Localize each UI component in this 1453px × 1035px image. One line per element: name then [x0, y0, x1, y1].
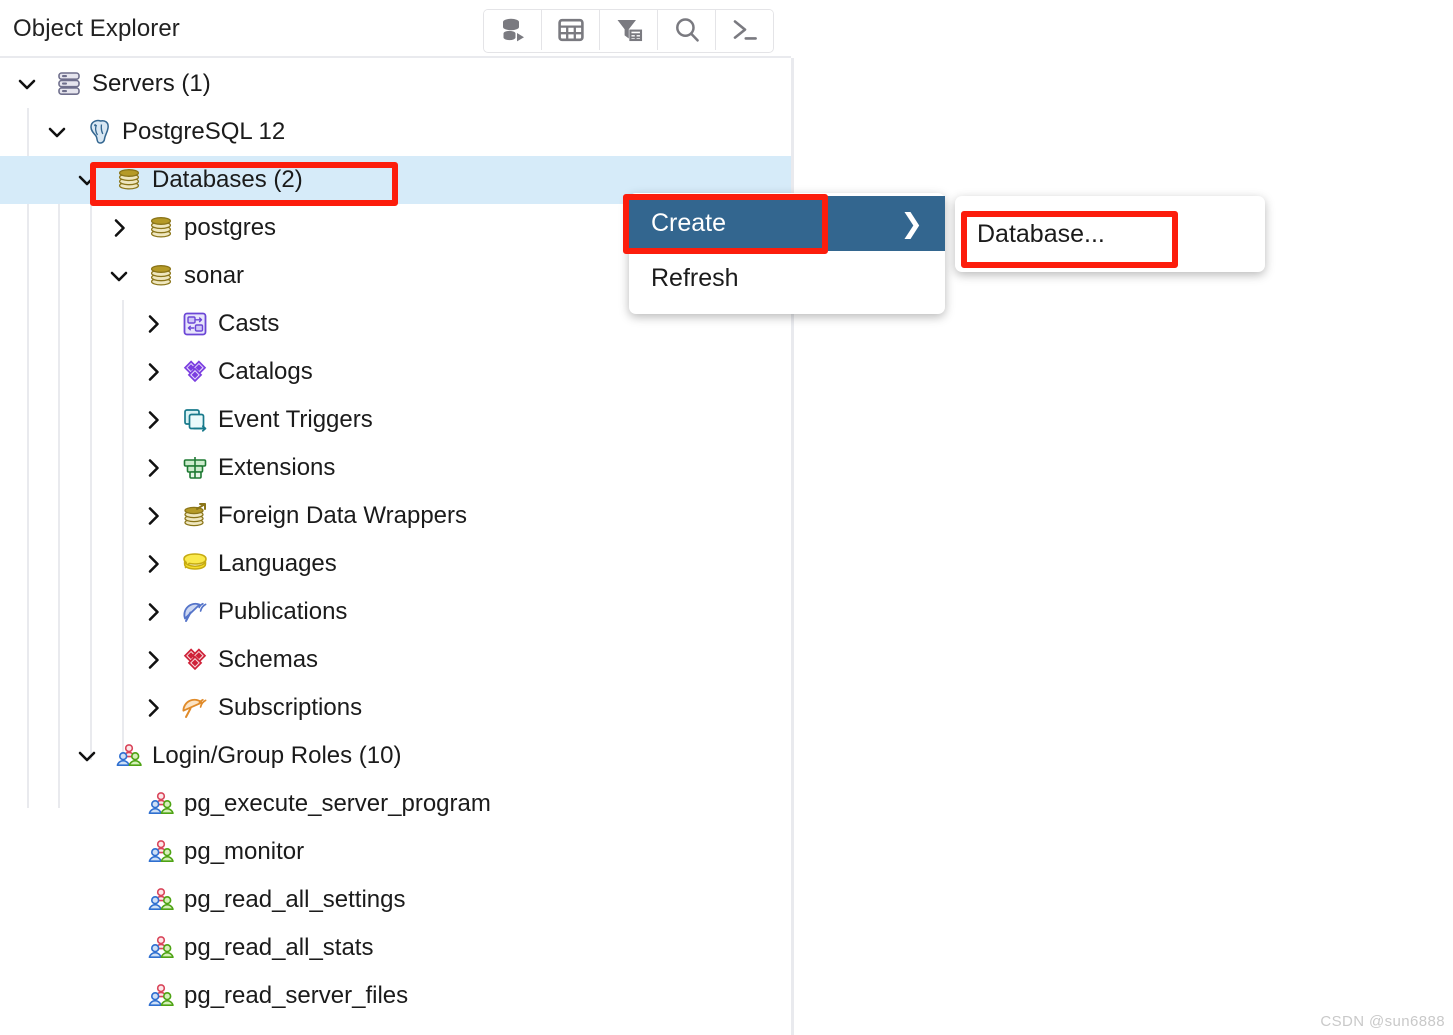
group-roles-icon: [114, 741, 144, 771]
context-menu-item-label: Refresh: [651, 264, 739, 292]
tree-item-label: Publications: [218, 598, 348, 625]
tree-item-label: Event Triggers: [218, 406, 373, 433]
tree-item-pg-read-all-settings[interactable]: pg_read_all_settings: [0, 876, 791, 924]
tree-item-event-triggers[interactable]: Event Triggers: [0, 396, 791, 444]
context-menu-item-create[interactable]: Create ❯: [629, 196, 945, 251]
databases-icon: [114, 165, 144, 195]
terminal-icon: [731, 17, 759, 43]
tree-item-label: pg_monitor: [184, 838, 305, 865]
context-menu[interactable]: Create ❯ Refresh: [629, 193, 945, 314]
tree-item-catalogs[interactable]: Catalogs: [0, 348, 791, 396]
database-icon: [146, 213, 176, 243]
tree-item-label: pg_execute_server_program: [184, 790, 491, 817]
servers-icon: [54, 69, 84, 99]
tree-item-servers-1[interactable]: Servers (1): [0, 60, 791, 108]
pgadmin-window: Object Explorer Servers (1) PostgreSQL 1…: [0, 0, 1453, 1035]
postgresql-elephant-icon: [84, 117, 114, 147]
context-submenu[interactable]: Database...: [955, 196, 1265, 272]
chevron-right-icon[interactable]: [140, 311, 166, 337]
main-content-panel: [794, 0, 1453, 1035]
panel-header: Object Explorer: [0, 0, 791, 58]
catalogs-icon: [180, 357, 210, 387]
tree-item-label: Servers (1): [92, 70, 211, 97]
chevron-right-icon[interactable]: [140, 551, 166, 577]
grid-table-icon-button[interactable]: [542, 10, 600, 50]
role-icon: [146, 933, 176, 963]
tree-item-postgresql-12[interactable]: PostgreSQL 12: [0, 108, 791, 156]
grid-table-icon: [557, 17, 584, 43]
tree-item-label: Casts: [218, 310, 280, 337]
chevron-down-icon[interactable]: [74, 167, 100, 193]
tree-item-label: postgres: [184, 214, 277, 241]
role-icon: [146, 837, 176, 867]
context-menu-item-label: Create: [651, 209, 727, 237]
casts-icon: [180, 309, 210, 339]
tree-item-label: Catalogs: [218, 358, 313, 385]
chevron-right-icon[interactable]: [140, 407, 166, 433]
filter-table-icon: [615, 17, 643, 43]
tree-item-label: Login/Group Roles (10): [152, 742, 402, 769]
tree-item-label: Foreign Data Wrappers: [218, 502, 467, 529]
submenu-item-database[interactable]: Database...: [955, 196, 1265, 272]
languages-icon: [180, 549, 210, 579]
tree-item-label: Subscriptions: [218, 694, 363, 721]
object-explorer-icon: [499, 16, 527, 44]
tree-item-pg-read-all-stats[interactable]: pg_read_all_stats: [0, 924, 791, 972]
tree-item-label: Languages: [218, 550, 337, 577]
chevron-down-icon[interactable]: [74, 743, 100, 769]
object-explorer-panel: Object Explorer Servers (1) PostgreSQL 1…: [0, 0, 791, 1035]
tree-item-foreign-data-wrappers[interactable]: Foreign Data Wrappers: [0, 492, 791, 540]
tree-item-label: sonar: [184, 262, 245, 289]
role-icon: [146, 789, 176, 819]
watermark: CSDN @sun6888: [1320, 1013, 1445, 1030]
chevron-down-icon[interactable]: [14, 71, 40, 97]
tree-item-label: pg_read_all_settings: [184, 886, 406, 913]
chevron-right-icon[interactable]: [140, 695, 166, 721]
chevron-down-icon[interactable]: [44, 119, 70, 145]
chevron-right-icon[interactable]: [140, 359, 166, 385]
subscriptions-icon: [180, 693, 210, 723]
chevron-right-icon[interactable]: [140, 503, 166, 529]
schemas-icon: [180, 645, 210, 675]
tree-item-label: Schemas: [218, 646, 319, 673]
tree-item-label: pg_read_all_stats: [184, 934, 374, 961]
tree-item-label: pg_read_server_files: [184, 982, 409, 1009]
context-menu-item-refresh[interactable]: Refresh: [629, 251, 945, 306]
chevron-right-icon[interactable]: [106, 215, 132, 241]
submenu-item-label: Database...: [977, 219, 1105, 248]
tree-item-label: Databases (2): [152, 166, 303, 193]
tree-item-subscriptions[interactable]: Subscriptions: [0, 684, 791, 732]
object-explorer-icon-button[interactable]: [484, 10, 542, 50]
tree-item-languages[interactable]: Languages: [0, 540, 791, 588]
event-triggers-icon: [180, 405, 210, 435]
chevron-right-icon[interactable]: [140, 599, 166, 625]
tree-item-pg-monitor[interactable]: pg_monitor: [0, 828, 791, 876]
tree-item-label: PostgreSQL 12: [122, 118, 286, 145]
search-icon-button[interactable]: [658, 10, 716, 50]
terminal-icon-button[interactable]: [716, 10, 773, 50]
panel-toolbar: [483, 9, 774, 53]
tree-item-pg-read-server-files[interactable]: pg_read_server_files: [0, 972, 791, 1020]
page-title: Object Explorer: [13, 15, 180, 42]
chevron-right-icon: ❯: [900, 208, 923, 238]
chevron-down-icon[interactable]: [106, 263, 132, 289]
tree-item-extensions[interactable]: Extensions: [0, 444, 791, 492]
role-icon: [146, 981, 176, 1011]
tree-item-schemas[interactable]: Schemas: [0, 636, 791, 684]
search-icon: [673, 16, 701, 44]
filter-table-icon-button[interactable]: [600, 10, 658, 50]
foreign-data-wrappers-icon: [180, 501, 210, 531]
tree-item-publications[interactable]: Publications: [0, 588, 791, 636]
chevron-right-icon[interactable]: [140, 647, 166, 673]
extensions-icon: [180, 453, 210, 483]
role-icon: [146, 885, 176, 915]
chevron-right-icon[interactable]: [140, 455, 166, 481]
tree-item-label: Extensions: [218, 454, 336, 481]
tree-item-login-group-roles-10[interactable]: Login/Group Roles (10): [0, 732, 791, 780]
tree-item-pg-execute-server-program[interactable]: pg_execute_server_program: [0, 780, 791, 828]
database-icon: [146, 261, 176, 291]
publications-icon: [180, 597, 210, 627]
